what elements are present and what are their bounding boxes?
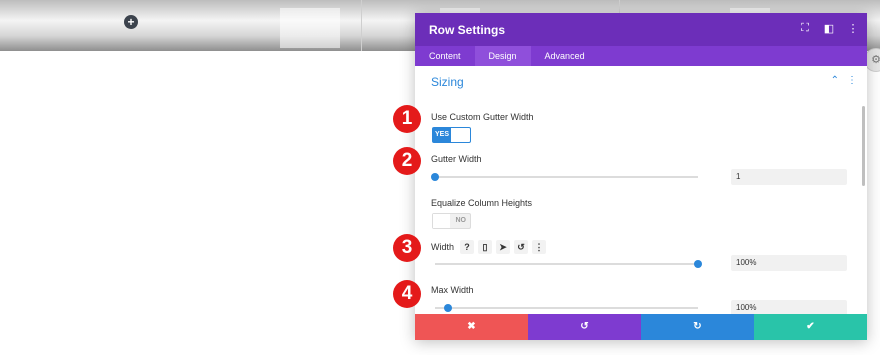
split-view-icon[interactable]: ◧ <box>823 22 835 35</box>
max-width-label: Max Width <box>431 285 474 295</box>
discard-button[interactable]: ✖ <box>415 314 528 340</box>
equalize-label: Equalize Column Heights <box>431 198 533 208</box>
fullscreen-icon[interactable]: ⛶ <box>799 22 811 35</box>
chevron-up-icon[interactable]: ⌃ <box>831 75 839 86</box>
more-icon[interactable]: ⋮ <box>532 240 546 254</box>
max-width-slider[interactable] <box>435 304 698 312</box>
reset-icon[interactable]: ↺ <box>514 240 528 254</box>
help-icon[interactable]: ? <box>460 240 474 254</box>
max-width-input[interactable]: 100% <box>731 300 847 314</box>
banner-ghost-shape <box>280 8 340 48</box>
modal-title: Row Settings <box>429 23 506 37</box>
annotation-marker-3: 3 <box>393 234 421 262</box>
width-label: Width <box>431 242 455 252</box>
tab-design[interactable]: Design <box>474 46 531 66</box>
annotation-marker-2: 2 <box>393 147 421 175</box>
toggle-knob <box>433 214 450 228</box>
annotation-marker-1: 1 <box>393 105 421 133</box>
scrollbar[interactable] <box>862 106 865 186</box>
width-option-icons: ? ▯ ➤ ↺ ⋮ <box>460 240 546 254</box>
modal-footer: ✖ ↺ ↻ ✔ <box>415 314 867 340</box>
gutter-width-input[interactable]: 1 <box>731 169 847 185</box>
gutter-width-label: Gutter Width <box>431 154 482 164</box>
header-controls: ⛶ ◧ ⋮ <box>799 22 859 35</box>
cursor-icon[interactable]: ➤ <box>496 240 510 254</box>
toggle-on-label: YES <box>433 128 451 142</box>
more-options-icon[interactable]: ⋮ <box>847 22 859 35</box>
row-settings-modal: Row Settings ⛶ ◧ ⋮ Content Design Advanc… <box>415 13 867 340</box>
width-slider[interactable] <box>435 260 702 268</box>
section-more-icon[interactable]: ⋮ <box>847 75 857 86</box>
undo-button[interactable]: ↺ <box>528 314 641 340</box>
slider-knob[interactable] <box>694 260 702 268</box>
toggle-off-label: NO <box>455 217 467 224</box>
width-input[interactable]: 100% <box>731 255 847 271</box>
save-button[interactable]: ✔ <box>754 314 867 340</box>
gutter-custom-toggle[interactable]: YES <box>432 127 471 143</box>
section-title-sizing[interactable]: Sizing <box>431 75 464 89</box>
section-controls: ⌃ ⋮ <box>831 75 857 86</box>
redo-button[interactable]: ↻ <box>641 314 754 340</box>
column-divider <box>361 0 362 51</box>
equalize-toggle[interactable]: NO <box>432 213 471 229</box>
modal-tabs: Content Design Advanced <box>415 46 867 66</box>
gutter-width-slider[interactable] <box>431 173 698 181</box>
gutter-custom-label: Use Custom Gutter Width <box>431 112 534 122</box>
settings-content: Sizing ⌃ ⋮ Use Custom Gutter Width YES G… <box>415 66 867 314</box>
modal-header: Row Settings ⛶ ◧ ⋮ <box>415 13 867 46</box>
add-module-button[interactable]: + <box>124 15 138 29</box>
slider-knob[interactable] <box>444 304 453 312</box>
tab-advanced[interactable]: Advanced <box>531 46 599 66</box>
annotation-marker-4: 4 <box>393 280 421 308</box>
tab-content[interactable]: Content <box>415 46 475 66</box>
slider-knob[interactable] <box>431 173 439 181</box>
mobile-icon[interactable]: ▯ <box>478 240 492 254</box>
